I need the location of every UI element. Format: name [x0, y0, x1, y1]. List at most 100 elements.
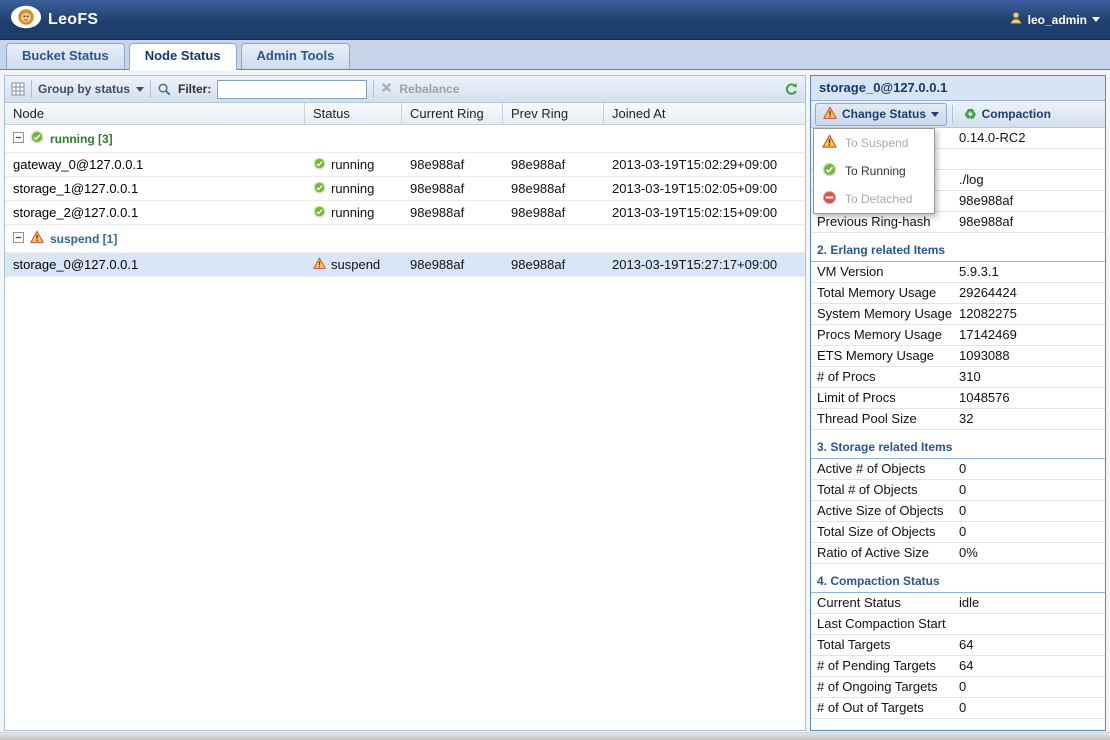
detail-label: Active Size of Objects	[811, 501, 957, 521]
refresh-icon[interactable]	[784, 82, 799, 97]
toolbar-separator	[31, 80, 32, 98]
detail-row: Active Size of Objects 0	[811, 501, 1105, 522]
detail-row: # of Procs 310	[811, 367, 1105, 388]
current-ring-cell: 98e988af	[402, 177, 503, 200]
node-toolbar: Group by status Filter: Rebalance	[5, 76, 805, 103]
menu-item-to-detached[interactable]: To Detached	[814, 185, 934, 213]
detail-value: 5.9.3.1	[957, 262, 1105, 282]
table-body: running [3] gateway_0@127.0.0.1 running …	[5, 125, 805, 730]
detail-label: Previous Ring-hash	[811, 212, 957, 232]
detail-value	[957, 614, 1105, 634]
prev-ring-cell: 98e988af	[503, 201, 604, 224]
detail-value: 310	[957, 367, 1105, 387]
detail-value: 64	[957, 656, 1105, 676]
current-ring-cell: 98e988af	[402, 253, 503, 276]
status-cell: suspend	[305, 253, 402, 276]
detail-value: 0	[957, 522, 1105, 542]
detail-row: # of Ongoing Targets 0	[811, 677, 1105, 698]
menu-item-to-running[interactable]: To Running	[814, 157, 934, 185]
detail-row: Total # of Objects 0	[811, 480, 1105, 501]
user-menu[interactable]: leo_admin	[1009, 11, 1100, 28]
tab-bucket-status[interactable]: Bucket Status	[6, 43, 125, 69]
table-row[interactable]: storage_1@127.0.0.1 running 98e988af 98e…	[5, 177, 805, 201]
table-row-selected[interactable]: storage_0@127.0.0.1 suspend 98e988af 98e…	[5, 253, 805, 277]
tab-admin-tools[interactable]: Admin Tools	[241, 43, 351, 69]
toolbar-separator	[952, 105, 953, 123]
group-row-running[interactable]: running [3]	[5, 125, 805, 153]
tab-node-status[interactable]: Node Status	[129, 43, 237, 70]
detail-value	[957, 149, 1105, 169]
detail-label: Active # of Objects	[811, 459, 957, 479]
table-row[interactable]: storage_2@127.0.0.1 running 98e988af 98e…	[5, 201, 805, 225]
change-status-button[interactable]: Change Status	[815, 103, 947, 126]
compaction-label: Compaction	[982, 107, 1051, 121]
detail-row: ETS Memory Usage 1093088	[811, 346, 1105, 367]
detail-row: Previous Ring-hash 98e988af	[811, 212, 1105, 233]
detail-value: 0	[957, 459, 1105, 479]
detail-section-compaction: 4. Compaction Status Current Status idle…	[811, 564, 1105, 719]
x-cross-icon	[380, 81, 393, 97]
menu-item-label: To Suspend	[845, 136, 908, 150]
detail-row: Ratio of Active Size 0%	[811, 543, 1105, 564]
detail-label: # of Pending Targets	[811, 656, 957, 676]
detail-label: Total Memory Usage	[811, 283, 957, 303]
collapse-minus-icon[interactable]	[13, 232, 24, 246]
group-row-suspend[interactable]: suspend [1]	[5, 225, 805, 253]
group-grid-icon[interactable]	[11, 82, 25, 96]
detail-row: # of Out of Targets 0	[811, 698, 1105, 719]
filter-input[interactable]	[217, 80, 367, 99]
detail-value: 0	[957, 698, 1105, 718]
detail-value: 12082275	[957, 304, 1105, 324]
group-label: suspend [1]	[50, 232, 117, 246]
detail-value: 0.14.0-RC2	[957, 128, 1105, 148]
node-status-panel: Group by status Filter: Rebalance	[4, 75, 806, 731]
collapse-minus-icon[interactable]	[13, 132, 24, 146]
detail-value: 0%	[957, 543, 1105, 563]
detail-value: 64	[957, 635, 1105, 655]
detail-row: VM Version 5.9.3.1	[811, 262, 1105, 283]
detail-row: Procs Memory Usage 17142469	[811, 325, 1105, 346]
current-ring-cell: 98e988af	[402, 201, 503, 224]
top-bar: LeoFS leo_admin	[0, 0, 1110, 40]
node-name-cell: storage_0@127.0.0.1	[5, 253, 305, 276]
detail-body: To Suspend To Running To Detached	[811, 128, 1105, 730]
detail-row: System Memory Usage 12082275	[811, 304, 1105, 325]
column-header-node[interactable]: Node	[5, 103, 305, 124]
main-content: Group by status Filter: Rebalance	[4, 75, 1106, 731]
toolbar-separator	[150, 80, 151, 98]
warning-triangle-icon	[823, 106, 837, 123]
detail-row: Limit of Procs 1048576	[811, 388, 1105, 409]
toolbar-separator	[373, 80, 374, 98]
compaction-button[interactable]: ♻ Compaction	[958, 105, 1057, 123]
group-by-label: Group by status	[38, 82, 130, 96]
column-header-current-ring[interactable]: Current Ring	[402, 103, 503, 124]
detail-row: Total Size of Objects 0	[811, 522, 1105, 543]
detail-value: idle	[957, 593, 1105, 613]
check-circle-icon	[313, 205, 326, 221]
detail-label: Last Compaction Start	[811, 614, 957, 634]
group-by-status-button[interactable]: Group by status	[38, 82, 144, 96]
menu-item-to-suspend[interactable]: To Suspend	[814, 129, 934, 157]
detail-row: Last Compaction Start	[811, 614, 1105, 635]
detail-label: Total Size of Objects	[811, 522, 957, 542]
detail-value: 29264424	[957, 283, 1105, 303]
status-label: running	[331, 205, 374, 220]
detail-label: Limit of Procs	[811, 388, 957, 408]
node-name-cell: storage_2@127.0.0.1	[5, 201, 305, 224]
status-label: running	[331, 157, 374, 172]
column-header-status[interactable]: Status	[305, 103, 402, 124]
column-header-prev-ring[interactable]: Prev Ring	[503, 103, 604, 124]
column-header-joined-at[interactable]: Joined At	[604, 103, 805, 124]
detail-label: Total # of Objects	[811, 480, 957, 500]
prev-ring-cell: 98e988af	[503, 253, 604, 276]
joined-at-cell: 2013-03-19T15:27:17+09:00	[604, 253, 805, 276]
detail-value: 98e988af	[957, 191, 1105, 211]
table-row[interactable]: gateway_0@127.0.0.1 running 98e988af 98e…	[5, 153, 805, 177]
detail-toolbar: Change Status ♻ Compaction	[811, 101, 1105, 128]
user-name: leo_admin	[1028, 13, 1087, 27]
rebalance-button[interactable]: Rebalance	[380, 81, 459, 97]
current-ring-cell: 98e988af	[402, 153, 503, 176]
detail-label: Ratio of Active Size	[811, 543, 957, 563]
chevron-down-icon	[1092, 17, 1100, 22]
chevron-down-icon	[931, 112, 939, 117]
